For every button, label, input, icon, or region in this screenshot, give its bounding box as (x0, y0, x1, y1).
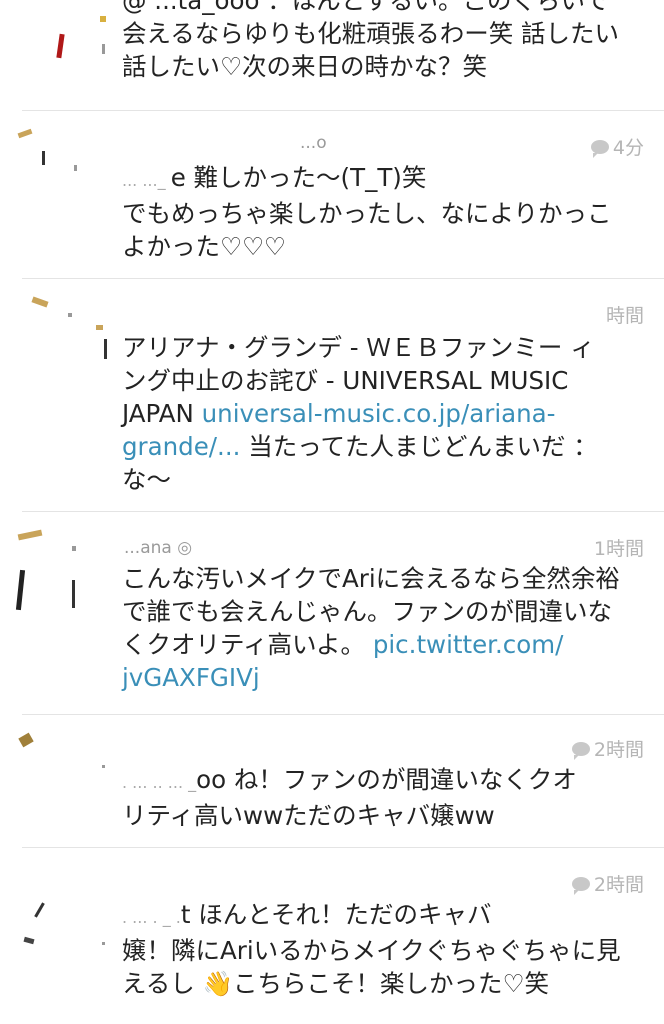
tweet-link[interactable]: universal-music.co.jp/ariana- (202, 399, 556, 428)
reply-bubble-icon (571, 876, 590, 895)
tweet-link[interactable]: jvGAXFGIVj (122, 663, 260, 692)
tweet-item[interactable]: 2時間 . ... . _ .t ほんとそれ！ただのキャバ 嬢！隣にAriいるか… (0, 848, 664, 1024)
avatar[interactable] (14, 10, 106, 90)
tweet-item[interactable]: 時間 アリアナ・グランデ - ＷＥＢファンミー ィ ング中止のお詫び - UNI… (0, 279, 664, 511)
tweet-text: @ ...ta_ooo ：ほんとするい。このくらいで 会えるならゆりも化粧頑張る… (122, 0, 620, 81)
timeline-feed[interactable]: @ ...ta_ooo ：ほんとするい。このくらいで 会えるならゆりも化粧頑張る… (0, 0, 664, 1024)
tweet-time: 時間 (605, 305, 644, 327)
reply-bubble-icon (590, 139, 609, 158)
tweet-link[interactable]: grande/... (122, 432, 240, 461)
tweet-item[interactable]: ...o 4分 ... ..._ e 難しかった〜(T_T)笑 でもめっちゃ楽し… (0, 111, 664, 278)
tweet-text: アリアナ・グランデ - ＷＥＢファンミー ィ ング中止のお詫び - UNIVER… (122, 333, 598, 494)
user-name[interactable]: ...ana ◎ (124, 538, 192, 558)
tweet-time: 2時間 (571, 735, 644, 762)
tweet-item[interactable]: @ ...ta_ooo ：ほんとするい。このくらいで 会えるならゆりも化粧頑張る… (0, 0, 664, 110)
tweet-item[interactable]: 2時間 . ... .. ... _oo ね！ファンのが間違いなくクオ リティ高… (0, 715, 664, 847)
reply-bubble-icon (571, 741, 590, 760)
tweet-text: ... ..._ e 難しかった〜(T_T)笑 でもめっちゃ楽しかったし、なによ… (122, 163, 612, 261)
tweet-text: こんな汚いメイクでAriに会えるなら全然余裕 で誰でも会えんじゃん。ファンのが間… (122, 564, 620, 692)
avatar[interactable] (14, 526, 86, 611)
avatar[interactable] (14, 125, 86, 205)
tweet-text: . ... .. ... _oo ね！ファンのが間違いなくクオ リティ高いwwた… (122, 765, 577, 830)
tweet-link[interactable]: pic.twitter.com/ (373, 630, 564, 659)
tweet-time: 1時間 (593, 538, 644, 560)
user-name[interactable]: ...o (300, 133, 327, 153)
tweet-time: 4分 (590, 133, 644, 160)
tweet-item[interactable]: ...ana ◎ 1時間 こんな汚いメイクでAriに会えるなら全然余裕 で誰でも… (0, 512, 664, 714)
tweet-time: 2時間 (571, 870, 644, 897)
avatar[interactable] (14, 731, 105, 811)
avatar[interactable] (14, 898, 105, 978)
avatar[interactable] (14, 295, 107, 375)
tweet-text: . ... . _ .t ほんとそれ！ただのキャバ 嬢！隣にAriいるからメイク… (122, 900, 621, 998)
